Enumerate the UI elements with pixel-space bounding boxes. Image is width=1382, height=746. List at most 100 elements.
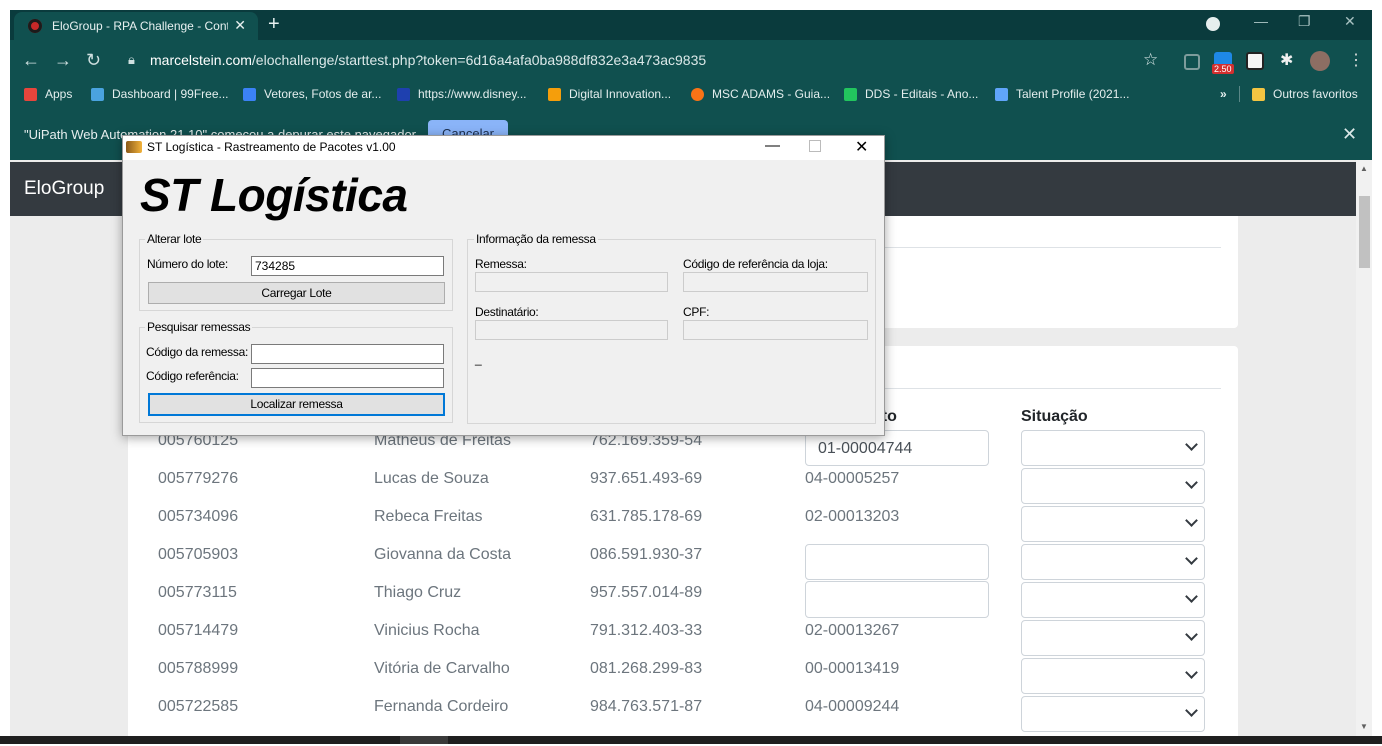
bookmark-favicon-icon — [844, 87, 857, 101]
window-minimize-icon[interactable]: — — [1254, 13, 1268, 29]
menu-kebab-icon[interactable]: ⋮ — [1348, 50, 1364, 70]
tab-title: EloGroup - RPA Challenge - Cont — [52, 19, 228, 33]
status-text: _ — [475, 352, 482, 366]
status-select[interactable] — [1021, 468, 1205, 504]
table-cell-cpf: 984.763.571-87 — [590, 698, 703, 715]
search-shipment-button[interactable]: Localizar remessa — [148, 393, 445, 416]
status-select[interactable] — [1021, 658, 1205, 694]
other-bookmarks-folder[interactable]: Outros favoritos — [1252, 84, 1358, 104]
scroll-up-icon[interactable]: ▲ — [1360, 164, 1368, 173]
bookmark-item[interactable]: MSC ADAMS - Guia... — [691, 84, 830, 104]
table-cell-cpf: 631.785.178-69 — [590, 508, 703, 525]
table-cell-cpf: 937.651.493-69 — [590, 470, 703, 487]
address-bar[interactable]: marcelstein.com/elochallenge/starttest.p… — [150, 52, 706, 68]
forward-arrow-icon[interactable]: → — [54, 50, 72, 71]
status-select[interactable] — [1021, 696, 1205, 732]
table-cell-code: 005734096 — [158, 508, 239, 525]
status-select[interactable] — [1021, 582, 1205, 618]
bookmark-item[interactable]: Digital Innovation... — [548, 84, 671, 104]
site-brand[interactable]: EloGroup — [24, 178, 104, 200]
back-arrow-icon[interactable]: ← — [22, 50, 40, 71]
table-cell-code: 005722585 — [158, 698, 239, 715]
bookmark-item[interactable]: DDS - Editais - Ano... — [844, 84, 978, 104]
table-cell-name: Vinicius Rocha — [374, 622, 480, 639]
shipment-code-label: Código da remessa: — [146, 345, 248, 359]
status-select[interactable] — [1021, 506, 1205, 542]
chevron-down-icon — [1185, 590, 1198, 603]
table-cell-name: Rebeca Freitas — [374, 508, 483, 525]
table-cell-name: Giovanna da Costa — [374, 546, 511, 563]
os-taskbar — [0, 736, 1382, 744]
infobar-close-icon[interactable]: ✕ — [1342, 124, 1357, 145]
new-tab-button[interactable]: + — [268, 13, 280, 36]
shipment-code-input[interactable] — [251, 344, 444, 364]
bookmark-star-icon[interactable]: ☆ — [1143, 50, 1158, 70]
chevron-down-icon — [1185, 514, 1198, 527]
table-cell-cpf: 957.557.014-89 — [590, 584, 703, 601]
status-select[interactable] — [1021, 620, 1205, 656]
scrollbar-thumb[interactable] — [1359, 196, 1370, 268]
table-cell-code: 005779276 — [158, 470, 239, 487]
tab-close-icon[interactable]: ✕ — [234, 17, 246, 34]
chevron-down-icon — [1185, 704, 1198, 717]
bookmarks-divider — [1239, 86, 1240, 102]
bookmark-apps[interactable]: Apps — [24, 84, 72, 104]
column-header-status: Situação — [1021, 408, 1088, 425]
bookmark-item[interactable]: https://www.disney... — [397, 84, 527, 104]
url-host: marcelstein.com — [150, 52, 252, 68]
table-cell-code: 005788999 — [158, 660, 239, 677]
document-input[interactable] — [805, 581, 989, 618]
table-cell-code: 005773115 — [158, 584, 237, 601]
chevron-down-icon — [1185, 552, 1198, 565]
folder-icon — [1252, 87, 1265, 101]
chevron-down-icon — [1185, 476, 1198, 489]
extension-badge: 2.50 — [1212, 64, 1234, 74]
scroll-down-icon[interactable]: ▼ — [1360, 722, 1368, 731]
recipient-field — [475, 320, 668, 340]
tab-favicon-icon — [28, 19, 42, 33]
tab-search-icon[interactable] — [1206, 17, 1220, 31]
table-cell-name: Fernanda Cordeiro — [374, 698, 509, 715]
lot-number-label: Número do lote: — [147, 257, 228, 271]
reload-icon[interactable]: ↻ — [86, 50, 101, 71]
lock-icon[interactable]: 🔒︎ — [128, 52, 135, 68]
bookmark-favicon-icon — [691, 87, 704, 101]
chevron-down-icon — [1185, 666, 1198, 679]
card-divider — [885, 247, 1221, 248]
status-select[interactable] — [1021, 430, 1205, 466]
load-lot-button[interactable]: Carregar Lote — [148, 282, 445, 304]
browser-tab[interactable]: EloGroup - RPA Challenge - Cont ✕ — [14, 12, 258, 40]
store-reference-label: Código de referência da loja: — [683, 257, 828, 271]
screenshot-extension-icon[interactable] — [1184, 54, 1200, 70]
dialog-minimize-icon[interactable]: — — [765, 137, 780, 154]
reference-code-input[interactable] — [251, 368, 444, 388]
document-input[interactable] — [805, 544, 989, 580]
glasses-extension-icon[interactable] — [1246, 52, 1264, 70]
bookmark-item[interactable]: Vetores, Fotos de ar... — [243, 84, 381, 104]
dialog-close-icon[interactable]: ✕ — [855, 137, 868, 157]
cpf-field — [683, 320, 868, 340]
shipment-field — [475, 272, 668, 292]
window-close-icon[interactable]: ✕ — [1344, 13, 1356, 30]
bookmark-item[interactable]: Talent Profile (2021... — [995, 84, 1129, 104]
bookmark-favicon-icon — [995, 87, 1008, 101]
window-restore-icon[interactable]: ❐ — [1298, 13, 1311, 30]
table-cell-code: 005714479 — [158, 622, 239, 639]
status-select[interactable] — [1021, 544, 1205, 580]
bookmark-item[interactable]: Dashboard | 99Free... — [91, 84, 229, 104]
chevron-down-icon — [1185, 438, 1198, 451]
lot-number-input[interactable]: 734285 — [251, 256, 444, 276]
table-cell-cpf: 081.268.299-83 — [590, 660, 703, 677]
card-divider — [885, 388, 1221, 389]
extensions-puzzle-icon[interactable]: ✱ — [1280, 50, 1293, 70]
alter-lot-legend: Alterar lote — [145, 232, 204, 246]
table-cell-name: Lucas de Souza — [374, 470, 489, 487]
recipient-label: Destinatário: — [475, 305, 539, 319]
bookmark-favicon-icon — [243, 87, 256, 101]
table-cell-document: 04-00009244 — [805, 698, 900, 715]
taskbar-app[interactable] — [400, 736, 448, 744]
table-cell-document: 04-00005257 — [805, 470, 900, 487]
apps-grid-icon — [24, 87, 37, 101]
bookmarks-overflow-button[interactable]: » — [1220, 84, 1227, 104]
profile-avatar[interactable] — [1310, 51, 1330, 71]
